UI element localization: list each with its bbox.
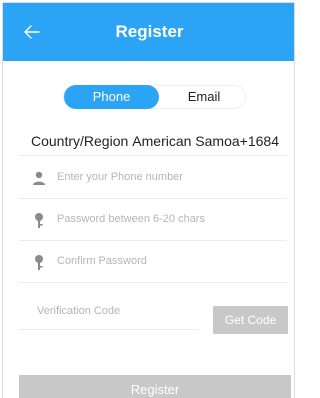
- divider: [19, 240, 287, 241]
- confirm-password-field[interactable]: Confirm Password: [19, 242, 287, 282]
- country-region-selector[interactable]: Country/Region American Samoa+1684: [31, 133, 279, 149]
- user-icon: [33, 171, 45, 185]
- divider: [19, 198, 287, 199]
- country-value: American Samoa+1684: [132, 133, 279, 149]
- get-code-button[interactable]: Get Code: [213, 306, 288, 334]
- tab-email[interactable]: Email: [164, 86, 244, 108]
- register-button[interactable]: Register: [19, 375, 291, 398]
- phone-number-field[interactable]: Enter your Phone number: [19, 158, 287, 198]
- confirm-password-placeholder: Confirm Password: [57, 255, 147, 267]
- key-icon: [35, 213, 43, 228]
- divider: [19, 329, 199, 330]
- verification-code-input[interactable]: Verification Code: [37, 305, 120, 317]
- login-type-toggle: Phone Email: [63, 85, 246, 109]
- divider: [19, 282, 287, 283]
- page-title: Register: [115, 22, 184, 41]
- password-placeholder: Password between 6-20 chars: [57, 213, 205, 225]
- key-icon: [35, 255, 43, 270]
- divider: [19, 155, 287, 156]
- phone-number-placeholder: Enter your Phone number: [57, 171, 183, 183]
- app-header: Register: [3, 3, 294, 61]
- password-field[interactable]: Password between 6-20 chars: [19, 200, 287, 240]
- tab-phone[interactable]: Phone: [64, 85, 159, 109]
- register-screen: Register Phone Email Country/Region Ameri…: [2, 2, 295, 398]
- country-label: Country/Region: [31, 133, 129, 149]
